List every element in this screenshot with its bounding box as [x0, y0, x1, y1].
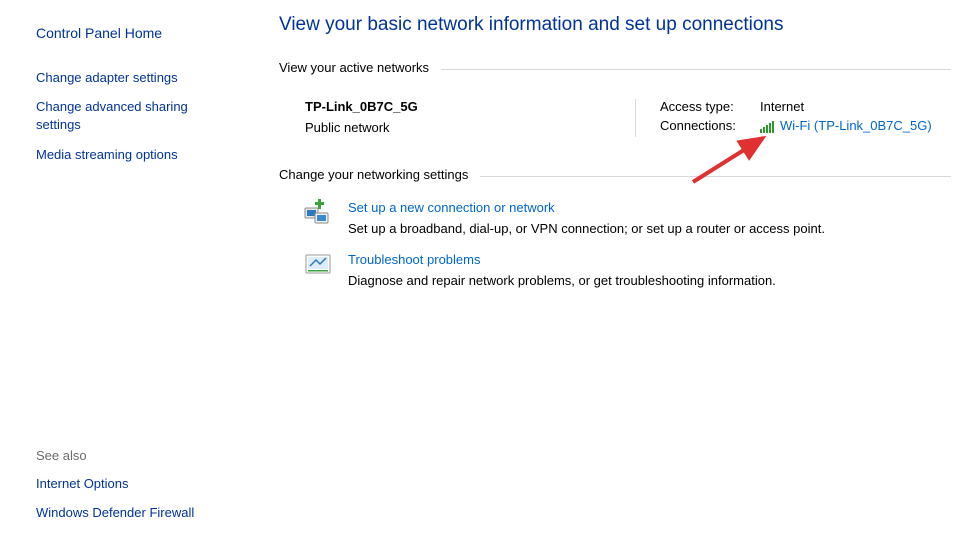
media-streaming-link[interactable]: Media streaming options [36, 146, 235, 164]
change-adapter-settings-link[interactable]: Change adapter settings [36, 69, 235, 87]
setup-connection-icon [304, 198, 334, 228]
change-settings-header: Change your networking settings [279, 167, 951, 182]
page-title: View your basic network information and … [279, 14, 951, 36]
change-advanced-sharing-link[interactable]: Change advanced sharing settings [36, 98, 211, 133]
network-type: Public network [305, 120, 635, 135]
network-identity: TP-Link_0B7C_5G Public network [305, 99, 635, 137]
active-networks-header: View your active networks [279, 60, 951, 75]
setup-connection-link[interactable]: Set up a new connection or network [348, 200, 555, 215]
wifi-connection-link[interactable]: Wi-Fi (TP-Link_0B7C_5G) [780, 118, 932, 133]
windows-defender-firewall-link[interactable]: Windows Defender Firewall [36, 504, 194, 522]
connections-label: Connections: [660, 118, 760, 133]
wifi-signal-icon [760, 121, 774, 133]
main-content: View your basic network information and … [255, 0, 965, 558]
troubleshoot-link[interactable]: Troubleshoot problems [348, 252, 480, 267]
network-details: Access type: Internet Connections: Wi-Fi… [660, 99, 951, 137]
setup-connection-desc: Set up a broadband, dial-up, or VPN conn… [348, 221, 825, 236]
active-networks-label: View your active networks [279, 60, 441, 75]
network-name: TP-Link_0B7C_5G [305, 99, 635, 114]
access-type-value: Internet [760, 99, 804, 114]
troubleshoot-desc: Diagnose and repair network problems, or… [348, 273, 776, 288]
active-network: TP-Link_0B7C_5G Public network Access ty… [279, 87, 951, 167]
troubleshoot-icon [304, 250, 334, 280]
access-type-label: Access type: [660, 99, 760, 114]
vertical-divider [635, 99, 636, 137]
see-also-section: See also Internet Options Windows Defend… [36, 448, 235, 534]
divider [480, 176, 951, 177]
troubleshoot-item[interactable]: Troubleshoot problems Diagnose and repai… [279, 246, 951, 298]
internet-options-link[interactable]: Internet Options [36, 475, 129, 493]
control-panel-home-link[interactable]: Control Panel Home [36, 24, 235, 43]
setup-connection-item[interactable]: Set up a new connection or network Set u… [279, 194, 951, 246]
divider [441, 69, 951, 70]
change-settings-label: Change your networking settings [279, 167, 480, 182]
see-also-label: See also [36, 448, 235, 463]
sidebar: Control Panel Home Change adapter settin… [0, 0, 255, 558]
